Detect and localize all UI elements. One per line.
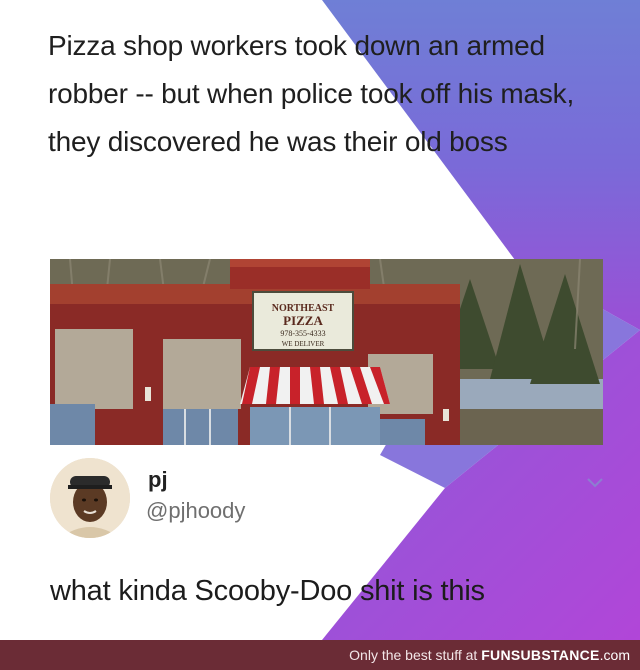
chevron-down-icon[interactable] — [585, 476, 605, 490]
footer-tagline[interactable]: Only the best stuff at FUNSUBSTANCE.com — [349, 647, 630, 663]
avatar[interactable] — [50, 458, 130, 538]
footer-brand: FUNSUBSTANCE — [481, 647, 600, 663]
author-name[interactable]: pj — [148, 467, 168, 493]
sign-pizza: PIZZA — [283, 313, 323, 328]
footer-tagline-text: Only the best stuff at — [349, 647, 482, 663]
post-image[interactable]: NORTHEAST PIZZA 978-355-4333 WE DELIVER — [50, 259, 603, 445]
author-handle[interactable]: @pjhoody — [146, 498, 245, 524]
post-headline: Pizza shop workers took down an armed ro… — [48, 30, 575, 157]
sign-deliver: WE DELIVER — [282, 340, 325, 348]
watermark-footer: Only the best stuff at FUNSUBSTANCE.com — [0, 640, 640, 670]
sign-phone: 978-355-4333 — [280, 329, 325, 338]
footer-dotcom: .com — [599, 647, 630, 663]
reply-text: what kinda Scooby-Doo shit is this — [50, 575, 485, 607]
